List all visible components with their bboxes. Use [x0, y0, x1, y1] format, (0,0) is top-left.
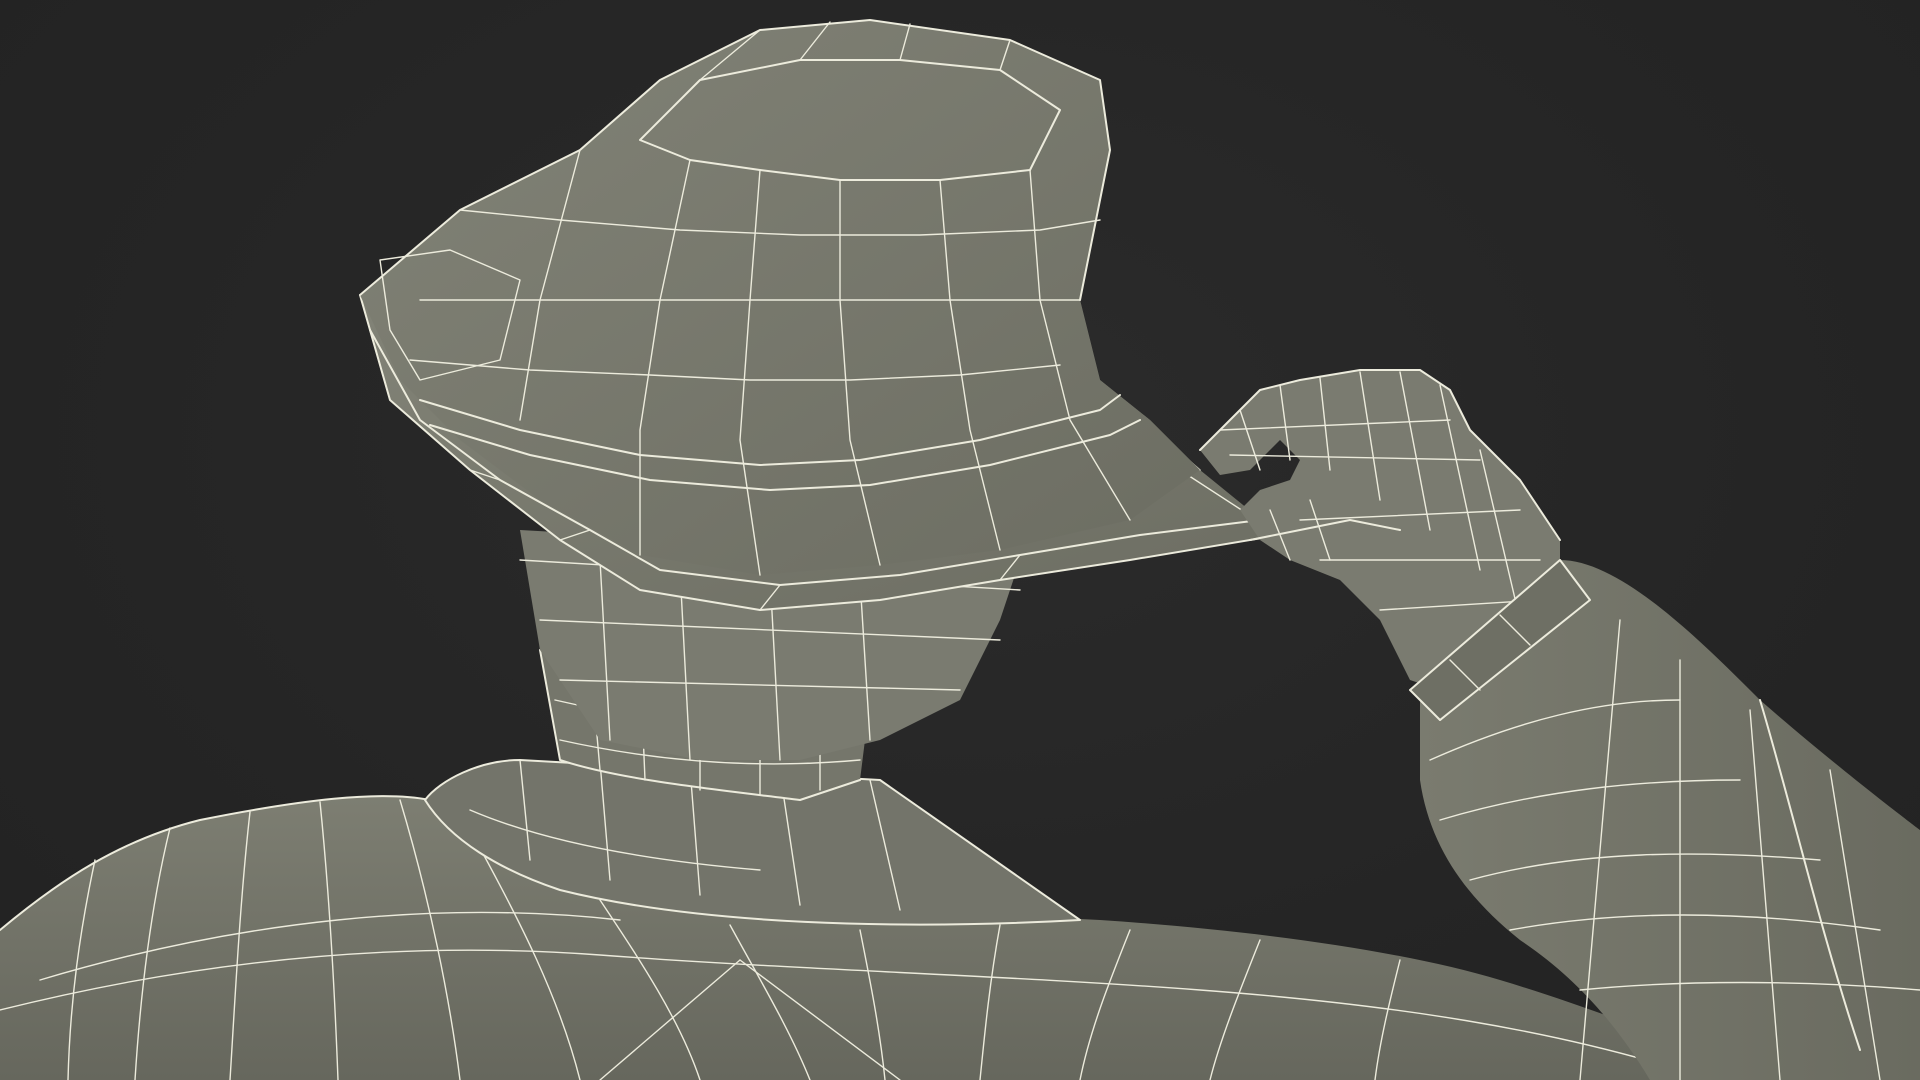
- hat-crown: [359, 19, 1200, 576]
- render-viewport: [0, 0, 1920, 1080]
- wireframe-figure: [0, 19, 1920, 1080]
